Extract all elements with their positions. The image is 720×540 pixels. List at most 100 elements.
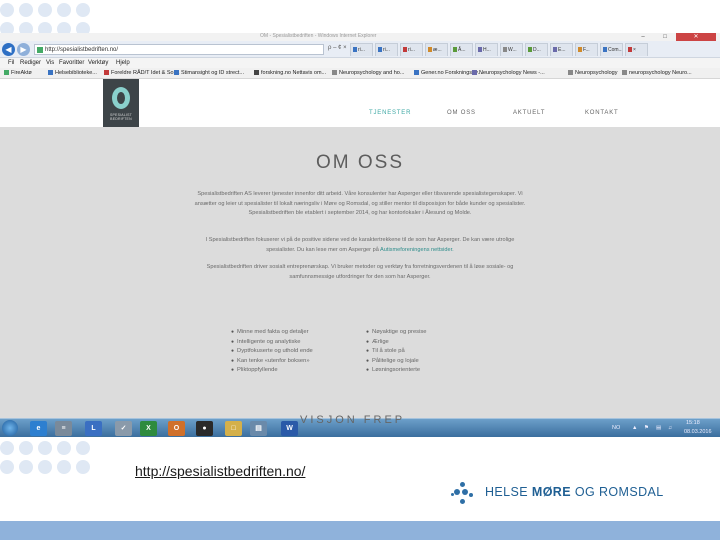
menu-item[interactable]: Fil xyxy=(8,58,14,68)
decorative-dot xyxy=(0,3,14,17)
organization-name: HELSE MØRE OG ROMSDAL xyxy=(485,485,664,499)
tab-label: æ... xyxy=(433,47,442,53)
maximize-icon[interactable]: □ xyxy=(654,33,676,41)
decorative-dot xyxy=(19,3,33,17)
taskbar-app-icon[interactable]: O xyxy=(168,421,185,436)
nav-aktuelt[interactable]: AKTUELT xyxy=(513,110,545,116)
logo-mark-inner xyxy=(117,92,125,104)
network-icon[interactable]: ▤ xyxy=(656,425,661,431)
favorite-link[interactable]: Neuropsychology xyxy=(568,68,618,79)
browser-tab[interactable]: F... xyxy=(575,43,598,56)
site-logo[interactable]: SPESIALIST BEDRIFTEN xyxy=(103,79,139,127)
taskbar-app-icon[interactable]: ≡ xyxy=(55,421,72,436)
slide: OM - Spesialistbedriften - Windows Inter… xyxy=(0,0,720,540)
tab-label: Å... xyxy=(458,47,466,53)
browser-tab[interactable]: Å... xyxy=(450,43,473,56)
window-title: OM - Spesialistbedriften - Windows Inter… xyxy=(260,33,377,39)
strength-item: Nøyaktige og presise xyxy=(366,328,426,338)
address-bar: ◀ ▶ http://spesialistbedriften.no/ ρ – ¢… xyxy=(0,41,720,58)
taskbar-app-icon[interactable]: ▤ xyxy=(250,421,267,436)
favorite-link[interactable]: Stimansight og ID strect... xyxy=(174,68,244,79)
address-tools[interactable]: ρ – ¢ × xyxy=(328,45,347,51)
menu-item[interactable]: Favoritter xyxy=(59,58,84,68)
taskbar-app-icon[interactable]: e xyxy=(30,421,47,436)
taskbar-app-icon[interactable]: L xyxy=(85,421,102,436)
clock-time[interactable]: 15:18 xyxy=(686,420,700,426)
favorite-link[interactable]: forskning.no Nettavis om... xyxy=(254,68,326,79)
browser-tab[interactable]: H... xyxy=(475,43,498,56)
favorite-icon xyxy=(254,70,259,76)
favorite-icon xyxy=(174,70,179,76)
decorative-dot xyxy=(38,460,52,474)
browser-screenshot: OM - Spesialistbedriften - Windows Inter… xyxy=(0,33,720,437)
decorative-dot xyxy=(57,441,71,455)
tab-favicon-icon xyxy=(578,47,582,52)
strengths-list-right: Nøyaktige og presiseÆrligeTil å stole på… xyxy=(366,328,426,376)
taskbar-app-icon[interactable]: X xyxy=(140,421,157,436)
menu-item[interactable]: Verktøy xyxy=(88,58,108,68)
favorite-icon xyxy=(4,70,9,76)
decorative-dot xyxy=(19,441,33,455)
favorite-icon xyxy=(472,70,477,76)
taskbar-app-icon[interactable]: □ xyxy=(225,421,242,436)
source-link[interactable]: http://spesialistbedriften.no/ xyxy=(135,463,305,479)
tab-label: ri... xyxy=(383,47,390,53)
flag-icon[interactable]: ⚑ xyxy=(644,425,649,431)
browser-tab[interactable]: Com... xyxy=(600,43,623,56)
tab-label: × xyxy=(633,47,636,53)
minimize-icon[interactable]: – xyxy=(632,33,654,41)
browser-tab[interactable]: × xyxy=(625,43,648,56)
browser-tab[interactable]: ri... xyxy=(400,43,423,56)
favorite-link[interactable]: Helsebiblioteke... xyxy=(48,68,97,79)
menu-item[interactable]: Vis xyxy=(46,58,54,68)
favorite-icon xyxy=(622,70,627,76)
system-tray: NO ▲ ⚑ ▤ ♫ 15:18 08.03.2016 xyxy=(600,419,720,438)
browser-tab[interactable]: E... xyxy=(550,43,573,56)
menu-item[interactable]: Hjelp xyxy=(116,58,130,68)
strengths-list-left: Minne med fakta og detaljerIntelligente … xyxy=(231,328,313,376)
forward-button[interactable]: ▶ xyxy=(17,43,30,56)
taskbar-app-icon[interactable]: ✓ xyxy=(115,421,132,436)
nav-tjenester[interactable]: TJENESTER xyxy=(369,110,411,116)
decorative-dot xyxy=(76,441,90,455)
browser-tab[interactable]: ri... xyxy=(350,43,373,56)
favorite-label: Neuropsychology xyxy=(575,70,618,76)
entrepreneurship-paragraph: Spesialistbedriften driver sosialt entre… xyxy=(206,264,514,280)
taskbar-app-icon[interactable]: W xyxy=(281,421,298,436)
favorite-link[interactable]: Neuropsychology and ho... xyxy=(332,68,404,79)
strength-item: Pålitelige og lojale xyxy=(366,357,426,367)
tab-label: D... xyxy=(533,47,541,53)
favorite-link[interactable]: neuropsychology Neuro... xyxy=(622,68,692,79)
favorite-link[interactable]: Foreldre RÅD/T Idet & Sor... xyxy=(104,68,180,79)
favorite-icon xyxy=(332,70,337,76)
favorite-link[interactable]: FireAktø xyxy=(4,68,32,79)
menu-item[interactable]: Rediger xyxy=(20,58,41,68)
favorite-link[interactable]: Neuropsychology News -... xyxy=(472,68,545,79)
browser-tab[interactable]: W... xyxy=(500,43,523,56)
favorite-icon xyxy=(48,70,53,76)
browser-tab[interactable]: æ... xyxy=(425,43,448,56)
url-field[interactable]: http://spesialistbedriften.no/ xyxy=(34,44,324,55)
language-indicator[interactable]: NO xyxy=(612,425,620,431)
volume-icon[interactable]: ♫ xyxy=(668,425,672,431)
nav-om-oss[interactable]: OM OSS xyxy=(447,110,476,116)
tray-arrow-icon[interactable]: ▲ xyxy=(632,425,637,431)
browser-tab[interactable]: D... xyxy=(525,43,548,56)
decorative-dot xyxy=(57,460,71,474)
menu-bar: Fil Rediger Vis Favoritter Verktøy Hjelp xyxy=(0,58,720,68)
start-button[interactable] xyxy=(2,420,18,436)
site-favicon-icon xyxy=(37,47,43,53)
autism-association-link[interactable]: Autismeforeningens nettsider. xyxy=(380,247,454,253)
clock-date[interactable]: 08.03.2016 xyxy=(684,429,712,435)
strength-item: Til å stole på xyxy=(366,347,426,357)
close-icon[interactable]: ✕ xyxy=(676,33,716,41)
logo-text: SPESIALIST BEDRIFTEN xyxy=(109,113,133,121)
nav-kontakt[interactable]: KONTAKT xyxy=(585,110,619,116)
back-button[interactable]: ◀ xyxy=(2,43,15,56)
browser-tab[interactable]: ri... xyxy=(375,43,398,56)
taskbar-app-icon[interactable]: ● xyxy=(196,421,213,436)
favorite-label: neuropsychology Neuro... xyxy=(629,70,692,76)
windows-taskbar: VISJON FREP e ≡ L ✓ X O ● □ ▤ W NO ▲ ⚑ ▤ ♫ 15:18 … xyxy=(0,414,720,438)
tab-label: Com... xyxy=(608,47,623,53)
org-name-bold: MØRE xyxy=(531,485,571,499)
